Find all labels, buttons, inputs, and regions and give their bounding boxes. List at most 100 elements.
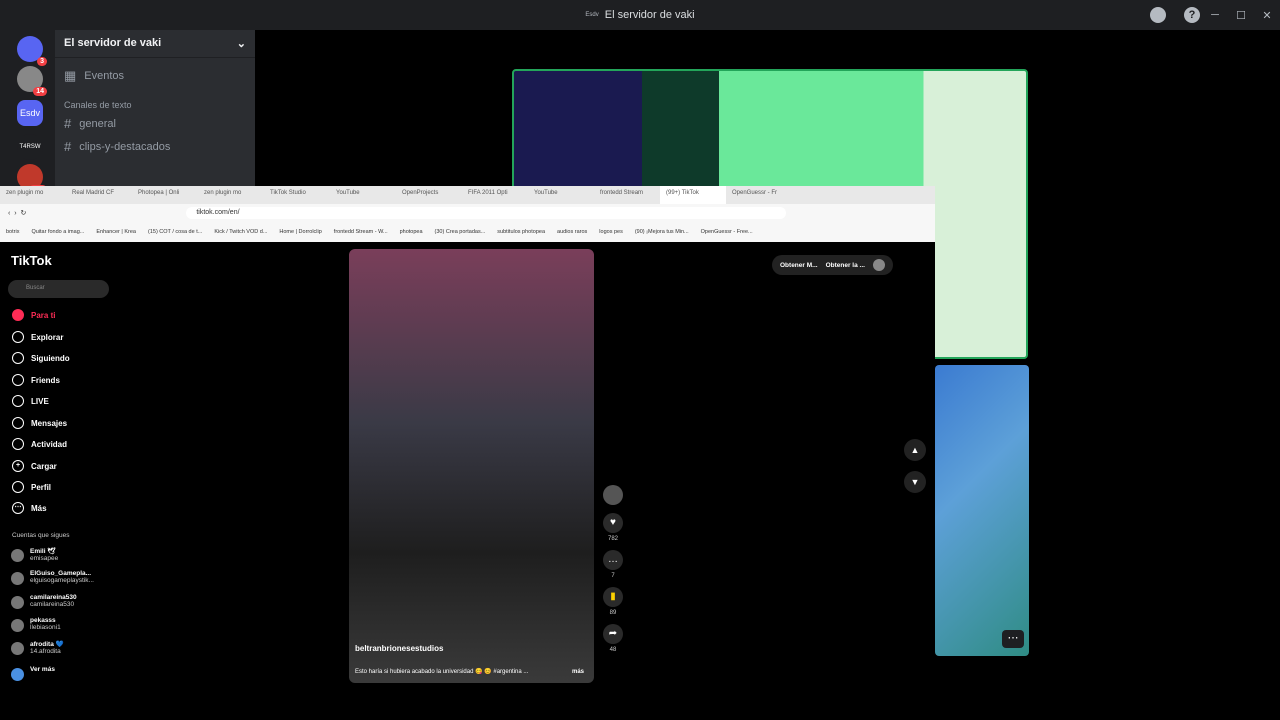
browser-tab[interactable]: YouTube xyxy=(330,186,396,204)
get-app-button[interactable]: Obtener la ... xyxy=(826,262,865,269)
help-icon[interactable]: ? xyxy=(1184,7,1200,23)
server-icon-active[interactable]: Esdv xyxy=(17,100,43,126)
account-item[interactable]: pekasss llebiasoni1 xyxy=(11,617,61,632)
like-icon[interactable]: ♥ xyxy=(603,513,623,533)
nav-actividad[interactable]: Actividad xyxy=(12,438,67,450)
nav-cargar[interactable]: + Cargar xyxy=(12,460,57,472)
hash-icon: # xyxy=(64,116,72,131)
channel-general[interactable]: # general xyxy=(55,112,255,135)
avatar[interactable] xyxy=(872,259,885,271)
video-author[interactable]: beltranbrionesestudios xyxy=(355,644,443,653)
channel-clips[interactable]: # clips-y-destacados xyxy=(55,135,255,158)
chevron-down-icon: ⌄ xyxy=(236,38,246,50)
comment-icon[interactable]: … xyxy=(603,550,623,570)
nav-para-ti[interactable]: Para ti xyxy=(12,309,55,321)
browser-tab[interactable]: OpenProjects xyxy=(396,186,462,204)
close-button[interactable]: ✕ xyxy=(1254,9,1280,22)
browser-tab[interactable]: zen plugin mo xyxy=(198,186,264,204)
url-input[interactable]: tiktok.com/en/ xyxy=(186,207,787,219)
video-more-link[interactable]: más xyxy=(572,669,584,675)
server-list: 3 14 Esdv T4RSW 201 xyxy=(0,30,60,194)
home-icon xyxy=(12,309,24,321)
bookmark[interactable]: subtitulos photopea xyxy=(497,229,545,235)
account-item[interactable]: ElGuiso_Gamepla... elguisogameplaystik... xyxy=(11,570,94,585)
discord-home-icon[interactable]: 3 xyxy=(17,36,47,66)
nav-mensajes[interactable]: Mensajes xyxy=(12,417,67,429)
address-bar-row: ‹ › ↻ tiktok.com/en/ xyxy=(0,204,935,222)
more-options-button[interactable]: ⋯ xyxy=(1002,630,1024,648)
avatar xyxy=(11,619,24,632)
bookmark[interactable]: (15) COT / cosa de t... xyxy=(148,229,202,235)
tiktok-page: TikTok Buscar Para ti Explorar Siguiendo… xyxy=(0,242,935,690)
browser-tab[interactable]: Photopea | Onli xyxy=(132,186,198,204)
maximize-button[interactable]: ☐ xyxy=(1228,9,1254,22)
video-player[interactable]: beltranbrionesestudios Esto haría si hub… xyxy=(349,249,594,683)
avatar xyxy=(11,572,24,585)
account-item[interactable]: camilareina530 camilareina530 xyxy=(11,594,77,609)
browser-tab[interactable]: Real Madrid CF xyxy=(66,186,132,204)
bookmark[interactable]: photopea xyxy=(400,229,423,235)
following-icon xyxy=(12,352,24,364)
bookmark[interactable]: logos pes xyxy=(599,229,623,235)
server-header[interactable]: El servidor de vaki ⌄ xyxy=(55,30,255,58)
bookmark-icon[interactable]: ▮ xyxy=(603,587,623,607)
top-action-pills: Obtener M... Obtener la ... xyxy=(772,255,893,275)
nav-friends[interactable]: Friends xyxy=(12,374,60,386)
nav-live[interactable]: LIVE xyxy=(12,395,49,407)
see-more-link[interactable]: Ver más xyxy=(11,666,55,681)
server-icon[interactable]: T4RSW xyxy=(17,134,43,160)
search-input[interactable]: Buscar xyxy=(8,280,109,298)
nav-explorar[interactable]: Explorar xyxy=(12,331,63,343)
bookmark[interactable]: (90) ¡Mejora tus Min... xyxy=(635,229,689,235)
bookmark[interactable]: botrix xyxy=(6,229,19,235)
bookmark[interactable]: Home | Dorrolclip xyxy=(279,229,321,235)
account-item[interactable]: Emili 🕊 emisapee xyxy=(11,547,58,562)
bookmark[interactable]: (30) Crea portadas... xyxy=(435,229,486,235)
bookmark[interactable]: Quitar fondo a imag... xyxy=(31,229,84,235)
compass-icon xyxy=(12,331,24,343)
share-icon[interactable]: ➦ xyxy=(603,624,623,644)
forward-icon[interactable]: › xyxy=(14,210,16,217)
account-item[interactable]: afrodita 💙 14.afrodita xyxy=(11,640,64,655)
nav-mas[interactable]: ⋯ Más xyxy=(12,502,47,514)
window-titlebar: Esdv El servidor de vaki ? ─ ☐ ✕ xyxy=(0,0,1280,30)
bookmark[interactable]: Enhancer | Krea xyxy=(96,229,136,235)
category-label[interactable]: Canales de texto xyxy=(55,88,255,112)
browser-tab[interactable]: TikTok Studio xyxy=(264,186,330,204)
profile-icon xyxy=(12,481,24,493)
back-icon[interactable]: ‹ xyxy=(8,210,10,217)
channel-sidebar: El servidor de vaki ⌄ ▦ Eventos Canales de… xyxy=(55,30,255,190)
browser-tab[interactable]: YouTube xyxy=(528,186,594,204)
browser-tabs: zen plugin mo Real Madrid CF Photopea | … xyxy=(0,186,935,204)
comment-count: 7 xyxy=(611,573,615,579)
tiktok-logo[interactable]: TikTok xyxy=(11,253,52,268)
server-icon[interactable]: 14 xyxy=(17,66,47,96)
stream-video-secondary[interactable] xyxy=(935,365,1029,656)
messages-icon xyxy=(12,417,24,429)
following-title: Cuentas que sigues xyxy=(12,532,70,539)
reload-icon[interactable]: ↻ xyxy=(20,209,26,217)
bookmark[interactable]: audios raros xyxy=(557,229,587,235)
more-icon: ⋯ xyxy=(12,502,24,514)
bookmark[interactable]: Kick / Twitch VOD d... xyxy=(214,229,267,235)
browser-tab[interactable]: frontedd Stream xyxy=(594,186,660,204)
activity-icon xyxy=(12,438,24,450)
chevron-up-icon[interactable]: ▲ xyxy=(904,439,926,461)
browser-tab[interactable]: OpenGuessr - Fr xyxy=(726,186,792,204)
video-actions: ♥ 782 … 7 ▮ 89 ➦ 48 xyxy=(601,477,625,653)
events-item[interactable]: ▦ Eventos xyxy=(55,58,255,88)
video-description: Esto haría si hubiera acabado la univers… xyxy=(355,669,529,675)
bookmark[interactable]: frontedd Stream - W... xyxy=(334,229,388,235)
browser-tab-active[interactable]: (99+) TikTok xyxy=(660,186,726,204)
browser-tab[interactable]: zen plugin mo xyxy=(0,186,66,204)
get-coins-button[interactable]: Obtener M... xyxy=(780,262,818,269)
chevron-down-icon[interactable]: ▼ xyxy=(904,471,926,493)
share-count: 48 xyxy=(609,647,617,653)
author-avatar[interactable] xyxy=(603,485,623,505)
browser-tab[interactable]: FIFA 2011 Opti xyxy=(462,186,528,204)
minimize-button[interactable]: ─ xyxy=(1202,9,1228,21)
nav-perfil[interactable]: Perfil xyxy=(12,481,51,493)
nav-siguiendo[interactable]: Siguiendo xyxy=(12,352,70,364)
inbox-icon[interactable] xyxy=(1150,7,1166,23)
bookmark[interactable]: OpenGuessr - Free... xyxy=(701,229,753,235)
